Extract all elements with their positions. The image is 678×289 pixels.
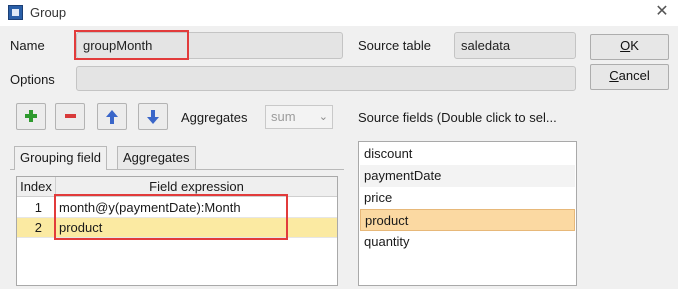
aggregate-select[interactable]: sum ⌄ [265, 105, 333, 129]
tab-grouping-field[interactable]: Grouping field [14, 146, 107, 170]
row-index: 1 [17, 198, 55, 218]
name-label: Name [10, 38, 45, 53]
options-input[interactable] [76, 66, 576, 91]
aggregate-select-value: sum [271, 109, 296, 124]
window-title: Group [30, 5, 67, 20]
row-expression[interactable]: month@y(paymentDate):Month [56, 198, 241, 218]
column-header-index[interactable]: Index [17, 177, 56, 197]
remove-icon [65, 114, 76, 118]
ok-rest: K [630, 38, 639, 53]
list-item[interactable]: quantity [360, 231, 575, 253]
table-row[interactable]: 2 product [17, 218, 337, 238]
column-header-expression[interactable]: Field expression [56, 177, 337, 197]
source-fields-list[interactable]: discount paymentDate price product quant… [358, 141, 577, 286]
add-button[interactable] [16, 103, 46, 130]
list-item[interactable]: product [360, 209, 575, 231]
arrow-down-icon [147, 110, 159, 124]
list-item[interactable]: discount [360, 143, 575, 165]
cancel-button[interactable]: Cancel [590, 64, 669, 90]
name-input[interactable]: groupMonth [76, 32, 343, 59]
aggregates-label: Aggregates [181, 110, 248, 125]
grouping-table[interactable]: Index Field expression 1 month@y(payment… [16, 176, 338, 286]
options-label: Options [10, 72, 55, 87]
list-item[interactable]: paymentDate [360, 165, 575, 187]
close-icon[interactable]: ✕ [653, 2, 671, 22]
source-fields-label: Source fields (Double click to sel... [358, 110, 557, 125]
tab-aggregates[interactable]: Aggregates [117, 146, 196, 169]
app-icon [8, 5, 23, 20]
cancel-rest: ancel [618, 68, 650, 83]
source-table-label: Source table [358, 38, 431, 53]
remove-button[interactable] [55, 103, 85, 130]
table-row[interactable]: 1 month@y(paymentDate):Month [17, 198, 337, 218]
title-bar: Group ✕ [0, 0, 678, 26]
move-down-button[interactable] [138, 103, 168, 130]
list-item[interactable]: price [360, 187, 575, 209]
ok-mnemonic: O [620, 38, 631, 53]
row-expression[interactable]: product [56, 218, 102, 238]
source-table-field: saledata [454, 32, 576, 59]
arrow-up-icon [106, 110, 118, 124]
add-icon [25, 110, 37, 122]
ok-button[interactable]: OK [590, 34, 669, 60]
cancel-mnemonic: C [609, 68, 619, 83]
row-index: 2 [17, 218, 55, 238]
chevron-down-icon: ⌄ [318, 111, 328, 123]
move-up-button[interactable] [97, 103, 127, 130]
